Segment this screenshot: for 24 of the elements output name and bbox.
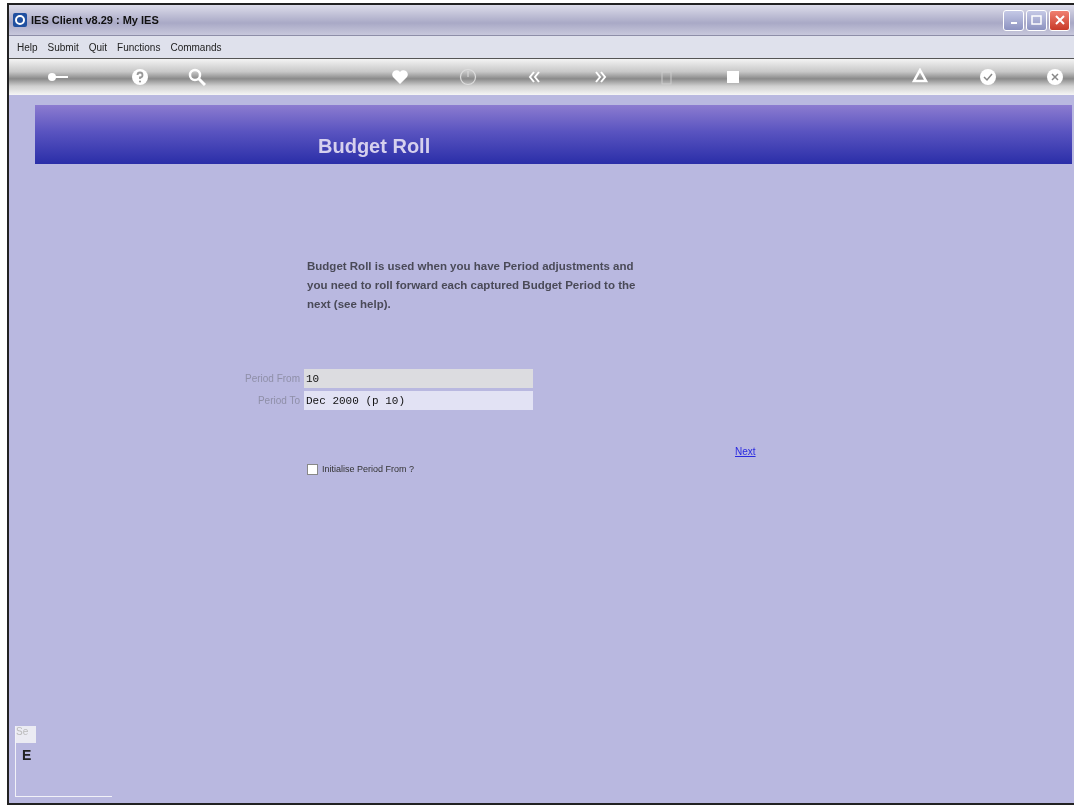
- next-link[interactable]: Next: [735, 446, 756, 460]
- description-text: Budget Roll is used when you have Period adjustments and you need to roll forward each captured Budget Period to the next (see help).: [307, 259, 637, 312]
- app-logo-icon: [13, 13, 27, 27]
- search-icon[interactable]: [186, 66, 209, 88]
- input-field[interactable]: 10: [304, 369, 533, 388]
- menu-item[interactable]: Quit: [88, 41, 108, 53]
- menu-item[interactable]: Help: [17, 41, 38, 53]
- page-title: Budget Roll: [318, 135, 431, 158]
- help-icon[interactable]: [129, 66, 151, 88]
- menu-item[interactable]: Functions: [117, 41, 161, 53]
- maximize-button[interactable]: [1026, 9, 1047, 31]
- window-title: IES Client v8.29 : My IES: [31, 14, 159, 26]
- checkbox-label: Initialise Period From ?: [322, 464, 415, 474]
- menu-item[interactable]: Submit: [47, 41, 79, 53]
- field-label: Period From: [244, 373, 300, 384]
- maximize-icon: [1031, 15, 1042, 25]
- close-icon[interactable]: [1044, 66, 1066, 88]
- close-button[interactable]: [1049, 9, 1070, 31]
- close-icon: [1054, 15, 1065, 25]
- side-letter: E: [22, 747, 33, 763]
- input-field[interactable]: Dec 2000 (p 10): [304, 391, 533, 410]
- minimize-button[interactable]: [1003, 9, 1024, 31]
- checkbox[interactable]: [307, 463, 318, 475]
- menu-item[interactable]: Commands: [170, 41, 222, 53]
